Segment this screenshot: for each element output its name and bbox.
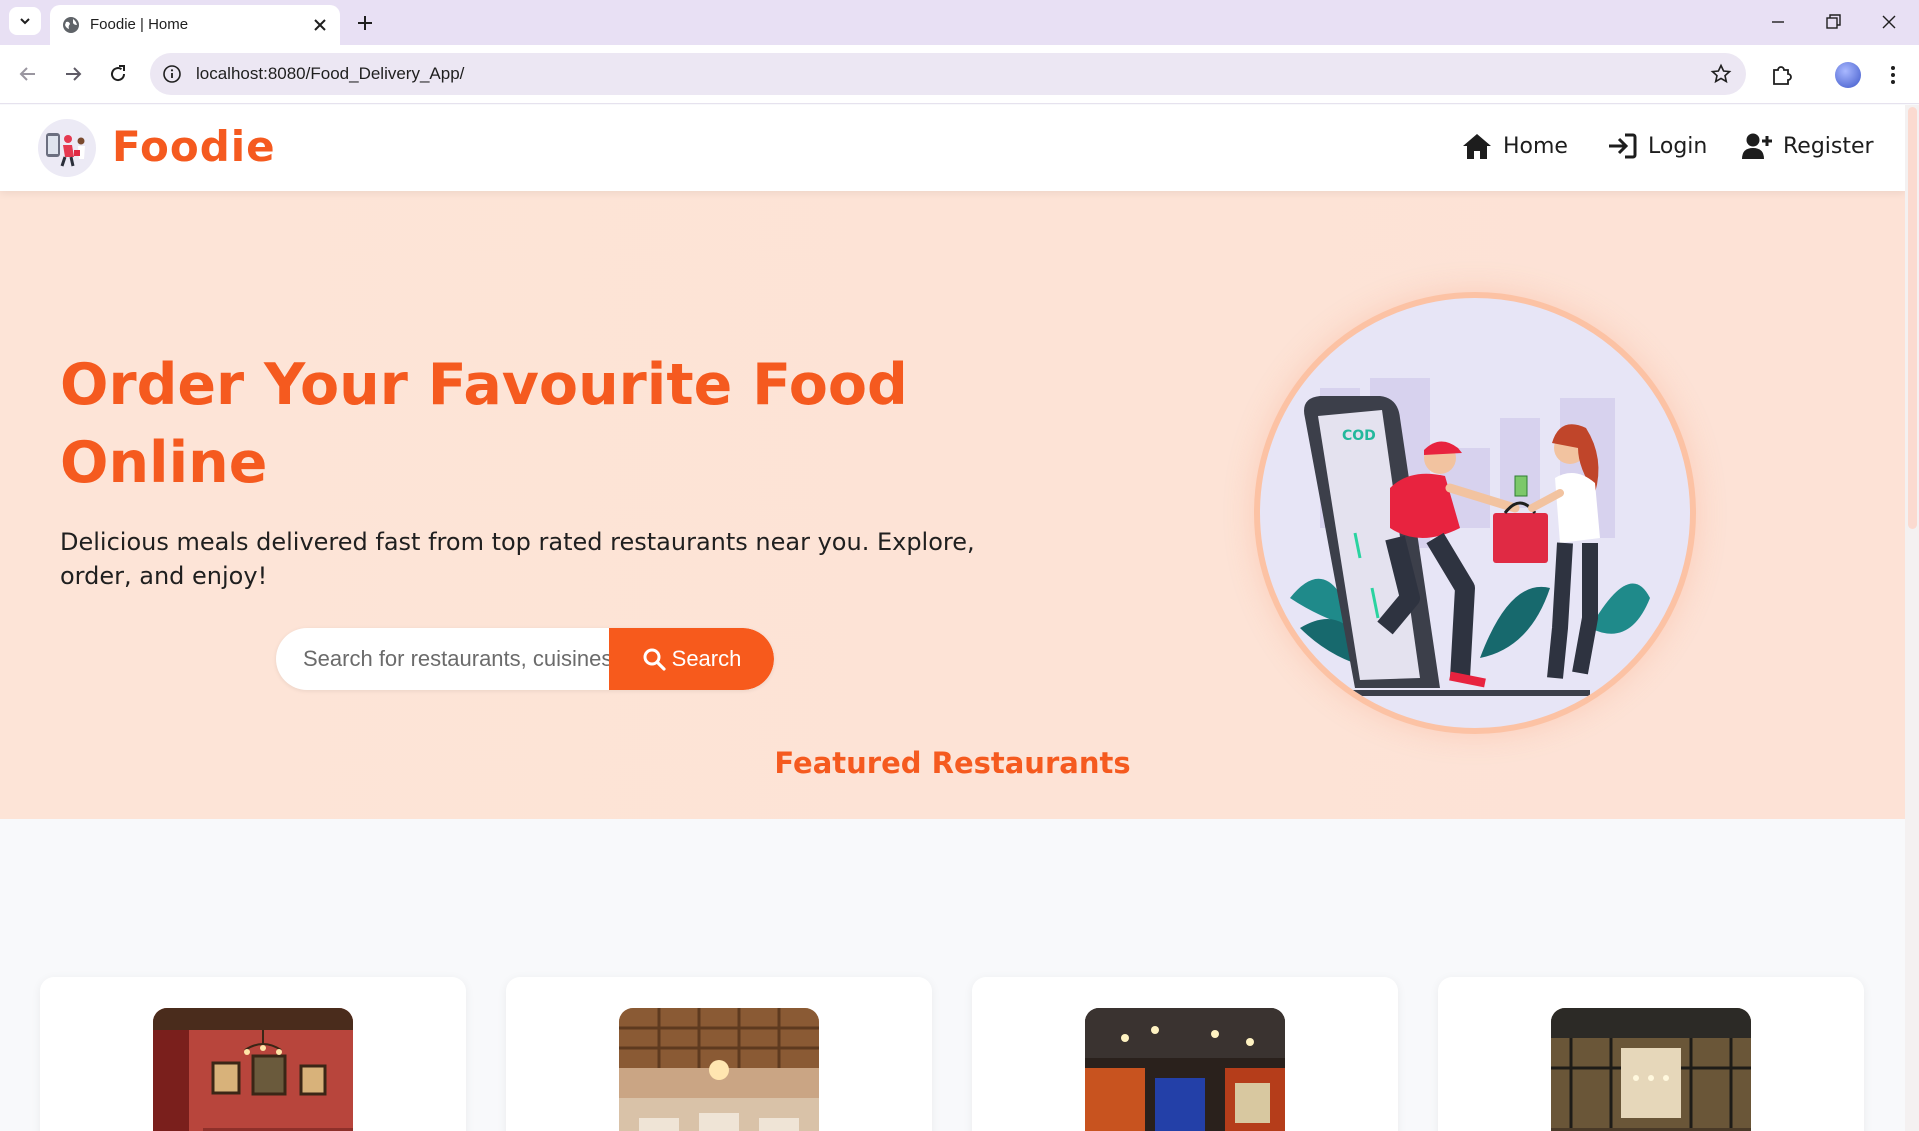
restaurant-image[interactable] (1551, 1008, 1751, 1131)
restaurant-image[interactable] (619, 1008, 819, 1131)
search-button[interactable]: Search (609, 628, 774, 690)
nav-home-label: Home (1503, 133, 1568, 159)
nav-register-link[interactable]: Register (1741, 131, 1874, 161)
browser-toolbar: localhost:8080/Food_Delivery_App/ (0, 45, 1919, 104)
search-icon (643, 648, 666, 671)
nav-login-label: Login (1648, 133, 1708, 159)
tab-list-icon[interactable] (9, 7, 41, 35)
restaurant-card[interactable] (40, 977, 466, 1131)
restaurant-card[interactable] (1438, 977, 1864, 1131)
more-menu-icon[interactable] (1880, 62, 1906, 88)
restore-icon[interactable] (1821, 10, 1845, 34)
login-icon (1609, 133, 1637, 159)
nav-register-label: Register (1783, 133, 1874, 159)
nav-login-link[interactable]: Login (1606, 131, 1707, 161)
restaurant-image[interactable] (1085, 1008, 1285, 1131)
search-bar: Search (276, 628, 774, 690)
tab-title: Foodie | Home (90, 16, 189, 33)
hero-subtitle: Delicious meals delivered fast from top … (60, 528, 975, 590)
close-window-icon[interactable] (1877, 10, 1901, 34)
logo-icon[interactable] (38, 119, 96, 177)
page-viewport: Foodie Home Login Register Order Your Fa… (0, 105, 1905, 1131)
scrollbar-thumb[interactable] (1908, 107, 1917, 529)
reload-icon[interactable] (106, 62, 130, 86)
user-plus-icon (1742, 133, 1772, 159)
back-arrow-icon[interactable] (16, 62, 40, 86)
minimize-icon[interactable] (1766, 10, 1790, 34)
featured-title: Featured Restaurants (774, 746, 1131, 780)
plus-icon[interactable] (352, 10, 378, 36)
hero-section: Order Your Favourite Food Online Delicio… (0, 191, 1905, 819)
page-scrollbar[interactable] (1905, 105, 1919, 1131)
home-icon (1463, 134, 1491, 159)
restaurant-card[interactable] (506, 977, 932, 1131)
browser-tab[interactable]: Foodie | Home (50, 5, 340, 45)
extensions-icon[interactable] (1768, 62, 1794, 88)
restaurant-card[interactable] (972, 977, 1398, 1131)
url-text[interactable]: localhost:8080/Food_Delivery_App/ (196, 64, 464, 84)
star-icon[interactable] (1710, 63, 1732, 85)
close-icon[interactable] (312, 17, 328, 33)
browser-tab-bar: Foodie | Home (0, 0, 1919, 45)
search-input[interactable] (276, 628, 609, 690)
profile-avatar[interactable] (1835, 62, 1861, 88)
cod-label: COD (1342, 428, 1376, 444)
address-bar[interactable]: localhost:8080/Food_Delivery_App/ (150, 53, 1746, 95)
search-button-label: Search (671, 646, 742, 671)
nav-home-link[interactable]: Home (1461, 131, 1568, 161)
brand-name[interactable]: Foodie (112, 122, 276, 171)
site-info-icon[interactable] (162, 64, 182, 84)
forward-arrow-icon[interactable] (61, 62, 85, 86)
site-navbar: Foodie Home Login Register (0, 105, 1905, 191)
globe-icon (63, 17, 79, 33)
delivery-illustration: COD (1254, 292, 1696, 734)
restaurant-image[interactable] (153, 1008, 353, 1131)
hero-title: Order Your Favourite Food Online (60, 352, 908, 496)
